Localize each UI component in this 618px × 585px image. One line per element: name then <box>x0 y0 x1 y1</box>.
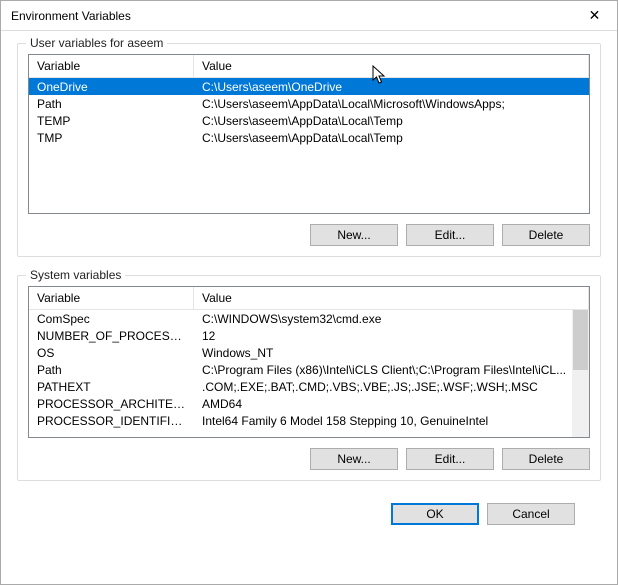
dialog-content: User variables for aseem Variable Value … <box>1 31 617 525</box>
user-variables-group: User variables for aseem Variable Value … <box>17 43 601 257</box>
cell-value: AMD64 <box>194 397 589 411</box>
cell-value: C:\WINDOWS\system32\cmd.exe <box>194 312 589 326</box>
cell-variable: PROCESSOR_ARCHITECTURE <box>29 397 194 411</box>
table-row[interactable]: OneDriveC:\Users\aseem\OneDrive <box>29 78 589 95</box>
cell-value: C:\Users\aseem\AppData\Local\Temp <box>194 131 589 145</box>
cell-value: 12 <box>194 329 589 343</box>
titlebar: Environment Variables ✕ <box>1 1 617 31</box>
user-variables-legend: User variables for aseem <box>26 36 167 50</box>
table-row[interactable]: TEMPC:\Users\aseem\AppData\Local\Temp <box>29 112 589 129</box>
column-header-value[interactable]: Value <box>194 287 589 309</box>
system-table-body: ComSpecC:\WINDOWS\system32\cmd.exeNUMBER… <box>29 310 589 437</box>
cell-variable: PROCESSOR_IDENTIFIER <box>29 414 194 428</box>
system-edit-button[interactable]: Edit... <box>406 448 494 470</box>
environment-variables-dialog: Environment Variables ✕ User variables f… <box>0 0 618 585</box>
cell-variable: OS <box>29 346 194 360</box>
user-new-button[interactable]: New... <box>310 224 398 246</box>
cell-value: .COM;.EXE;.BAT;.CMD;.VBS;.VBE;.JS;.JSE;.… <box>194 380 589 394</box>
table-row[interactable]: TMPC:\Users\aseem\AppData\Local\Temp <box>29 129 589 146</box>
cell-variable: TMP <box>29 131 194 145</box>
cell-value: C:\Users\aseem\OneDrive <box>194 80 589 94</box>
cell-value: C:\Users\aseem\AppData\Local\Temp <box>194 114 589 128</box>
cell-variable: Path <box>29 97 194 111</box>
table-row[interactable]: ComSpecC:\WINDOWS\system32\cmd.exe <box>29 310 589 327</box>
cell-variable: TEMP <box>29 114 194 128</box>
table-row[interactable]: PathC:\Users\aseem\AppData\Local\Microso… <box>29 95 589 112</box>
cell-variable: PATHEXT <box>29 380 194 394</box>
system-new-button[interactable]: New... <box>310 448 398 470</box>
table-row[interactable]: PROCESSOR_ARCHITECTUREAMD64 <box>29 395 589 412</box>
user-table-header: Variable Value <box>29 55 589 78</box>
cell-value: Windows_NT <box>194 346 589 360</box>
user-edit-button[interactable]: Edit... <box>406 224 494 246</box>
column-header-variable[interactable]: Variable <box>29 287 194 309</box>
cell-value: C:\Program Files (x86)\Intel\iCLS Client… <box>194 363 589 377</box>
column-header-variable[interactable]: Variable <box>29 55 194 77</box>
table-row[interactable]: PATHEXT.COM;.EXE;.BAT;.CMD;.VBS;.VBE;.JS… <box>29 378 589 395</box>
user-table-body: OneDriveC:\Users\aseem\OneDrivePathC:\Us… <box>29 78 589 213</box>
close-icon: ✕ <box>589 7 601 24</box>
ok-button[interactable]: OK <box>391 503 479 525</box>
dialog-button-row: OK Cancel <box>17 499 601 525</box>
scrollbar-thumb[interactable] <box>573 310 588 370</box>
table-row[interactable]: PROCESSOR_IDENTIFIERIntel64 Family 6 Mod… <box>29 412 589 429</box>
system-variables-group: System variables Variable Value ComSpecC… <box>17 275 601 481</box>
cell-variable: ComSpec <box>29 312 194 326</box>
system-delete-button[interactable]: Delete <box>502 448 590 470</box>
column-header-value[interactable]: Value <box>194 55 589 77</box>
cell-variable: NUMBER_OF_PROCESSORS <box>29 329 194 343</box>
system-variables-table[interactable]: Variable Value ComSpecC:\WINDOWS\system3… <box>28 286 590 438</box>
dialog-title: Environment Variables <box>11 9 572 23</box>
cancel-button[interactable]: Cancel <box>487 503 575 525</box>
user-delete-button[interactable]: Delete <box>502 224 590 246</box>
table-row[interactable]: PathC:\Program Files (x86)\Intel\iCLS Cl… <box>29 361 589 378</box>
user-button-row: New... Edit... Delete <box>28 224 590 246</box>
scrollbar[interactable] <box>572 310 589 437</box>
system-button-row: New... Edit... Delete <box>28 448 590 470</box>
close-button[interactable]: ✕ <box>572 1 617 30</box>
cell-value: Intel64 Family 6 Model 158 Stepping 10, … <box>194 414 589 428</box>
cell-value: C:\Users\aseem\AppData\Local\Microsoft\W… <box>194 97 589 111</box>
system-table-header: Variable Value <box>29 287 589 310</box>
cell-variable: OneDrive <box>29 80 194 94</box>
table-row[interactable]: NUMBER_OF_PROCESSORS12 <box>29 327 589 344</box>
system-variables-legend: System variables <box>26 268 125 282</box>
cell-variable: Path <box>29 363 194 377</box>
table-row[interactable]: OSWindows_NT <box>29 344 589 361</box>
user-variables-table[interactable]: Variable Value OneDriveC:\Users\aseem\On… <box>28 54 590 214</box>
